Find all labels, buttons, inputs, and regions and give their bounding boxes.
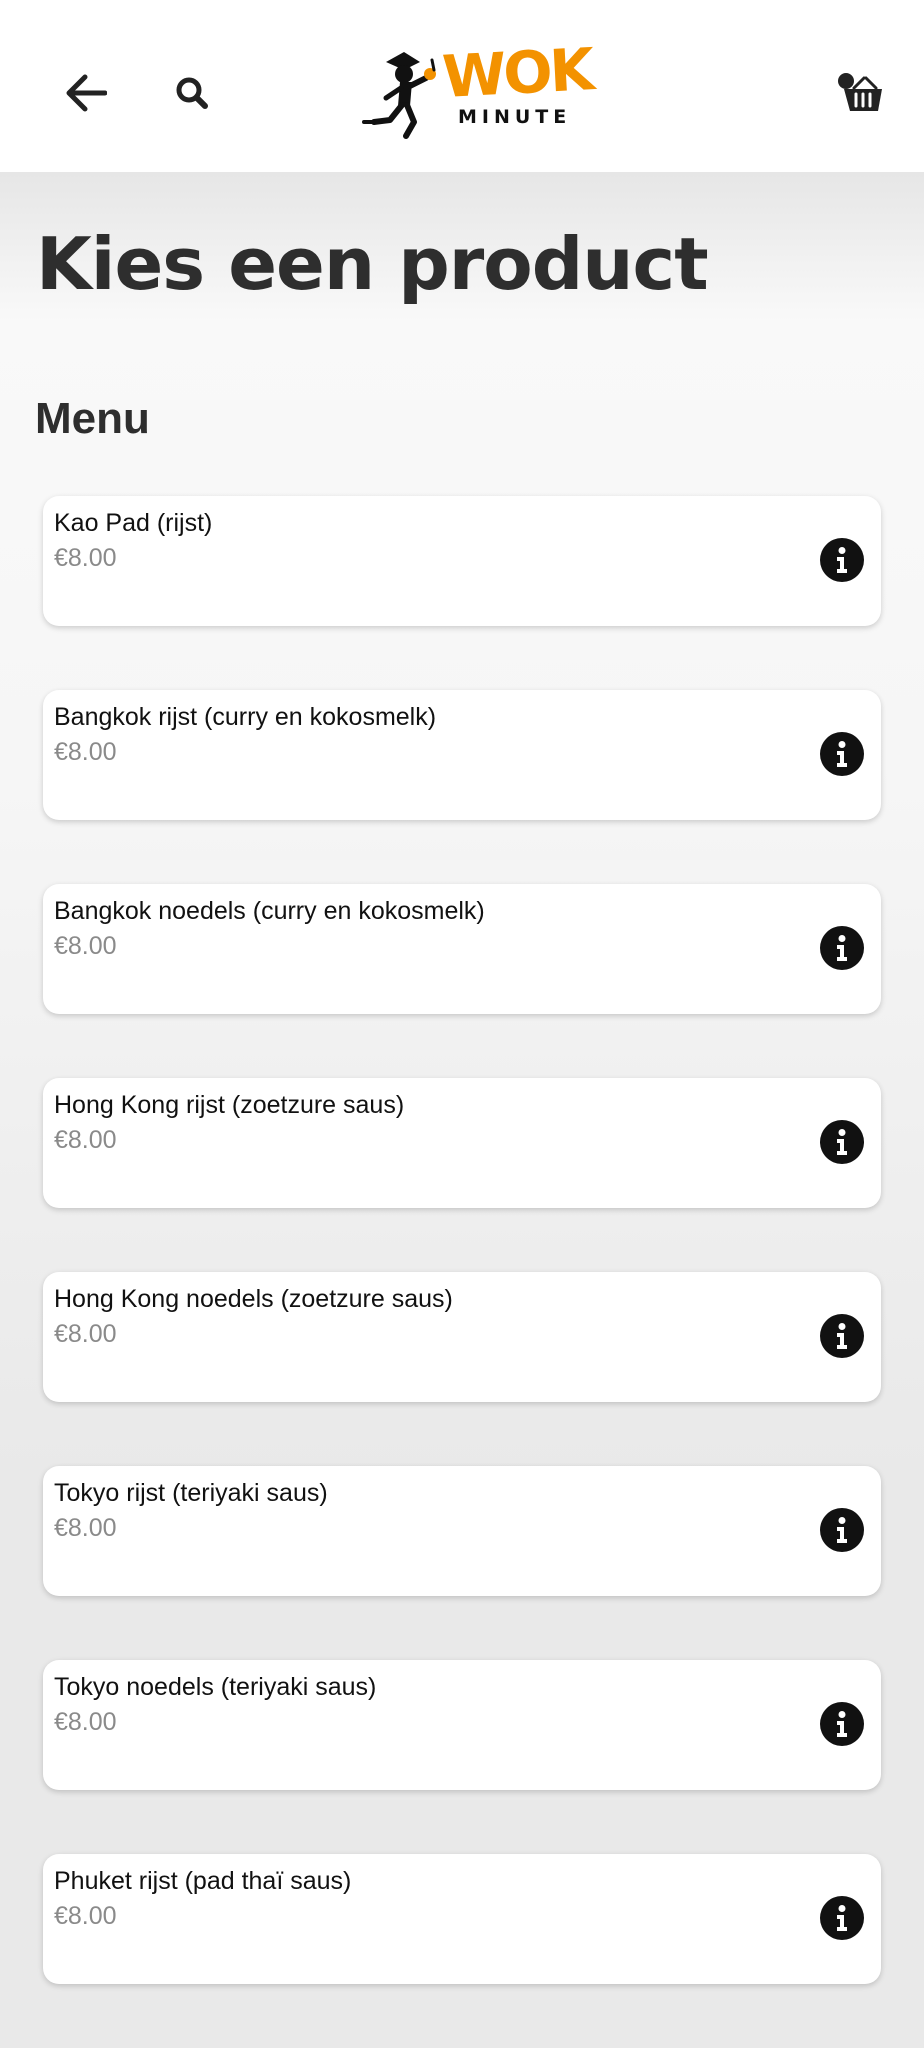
logo-minute-text: MINUTE — [458, 106, 572, 128]
product-price: €8.00 — [54, 544, 117, 572]
info-icon — [837, 1129, 847, 1155]
info-icon — [837, 935, 847, 961]
product-price: €8.00 — [54, 1126, 117, 1154]
info-button[interactable] — [820, 1120, 864, 1164]
product-name: Bangkok rijst (curry en kokosmelk) — [54, 703, 437, 731]
info-icon — [837, 1517, 847, 1543]
product-card[interactable]: Hong Kong noedels (zoetzure saus) €8.00 — [43, 1272, 881, 1402]
product-card[interactable]: Bangkok rijst (curry en kokosmelk) €8.00 — [43, 690, 881, 820]
product-price: €8.00 — [54, 738, 117, 766]
product-name: Phuket rijst (pad thaï saus) — [54, 1867, 352, 1895]
info-icon — [837, 547, 847, 573]
app-header: WOK MINUTE — [0, 0, 924, 172]
product-price: €8.00 — [54, 1320, 117, 1348]
product-price: €8.00 — [54, 932, 117, 960]
product-name: Hong Kong rijst (zoetzure saus) — [54, 1091, 405, 1119]
logo-wok-text: WOK — [440, 35, 594, 111]
product-card[interactable]: Phuket rijst (pad thaï saus) €8.00 — [43, 1854, 881, 1984]
info-icon — [837, 1711, 847, 1737]
search-icon — [176, 77, 208, 109]
wok-minute-logo[interactable]: WOK MINUTE — [360, 35, 594, 140]
product-card[interactable]: Hong Kong rijst (zoetzure saus) €8.00 — [43, 1078, 881, 1208]
product-name: Tokyo rijst (teriyaki saus) — [54, 1479, 328, 1507]
info-button[interactable] — [820, 926, 864, 970]
back-button[interactable] — [46, 53, 126, 133]
page-title: Kies een product — [36, 222, 709, 306]
info-button[interactable] — [820, 1314, 864, 1358]
product-name: Bangkok noedels (curry en kokosmelk) — [54, 897, 485, 925]
product-card[interactable]: Bangkok noedels (curry en kokosmelk) €8.… — [43, 884, 881, 1014]
search-button[interactable] — [152, 53, 232, 133]
product-name: Kao Pad (rijst) — [54, 509, 213, 537]
info-button[interactable] — [820, 1702, 864, 1746]
menu-section-title: Menu — [35, 394, 150, 443]
info-icon — [837, 1905, 847, 1931]
info-button[interactable] — [820, 1508, 864, 1552]
running-chef-logo-icon — [362, 52, 436, 139]
logo-text: WOK MINUTE — [441, 35, 594, 140]
product-price: €8.00 — [54, 1902, 117, 1930]
arrow-left-icon — [66, 74, 107, 112]
cart-button[interactable] — [822, 53, 902, 133]
product-card[interactable]: Kao Pad (rijst) €8.00 — [43, 496, 881, 626]
product-price: €8.00 — [54, 1708, 117, 1736]
main-content: Kies een product Menu Kao Pad (rijst) €8… — [0, 172, 924, 2000]
info-icon — [837, 1323, 847, 1349]
product-name: Tokyo noedels (teriyaki saus) — [54, 1673, 377, 1701]
product-price: €8.00 — [54, 1514, 117, 1542]
basket-icon — [838, 73, 882, 111]
product-name: Hong Kong noedels (zoetzure saus) — [54, 1285, 453, 1313]
info-button[interactable] — [820, 732, 864, 776]
product-list: Kao Pad (rijst) €8.00 Bangkok rijst (cur… — [43, 496, 881, 2048]
info-button[interactable] — [820, 538, 864, 582]
product-card[interactable]: Tokyo rijst (teriyaki saus) €8.00 — [43, 1466, 881, 1596]
info-button[interactable] — [820, 1896, 864, 1940]
product-card[interactable]: Tokyo noedels (teriyaki saus) €8.00 — [43, 1660, 881, 1790]
info-icon — [837, 741, 847, 767]
